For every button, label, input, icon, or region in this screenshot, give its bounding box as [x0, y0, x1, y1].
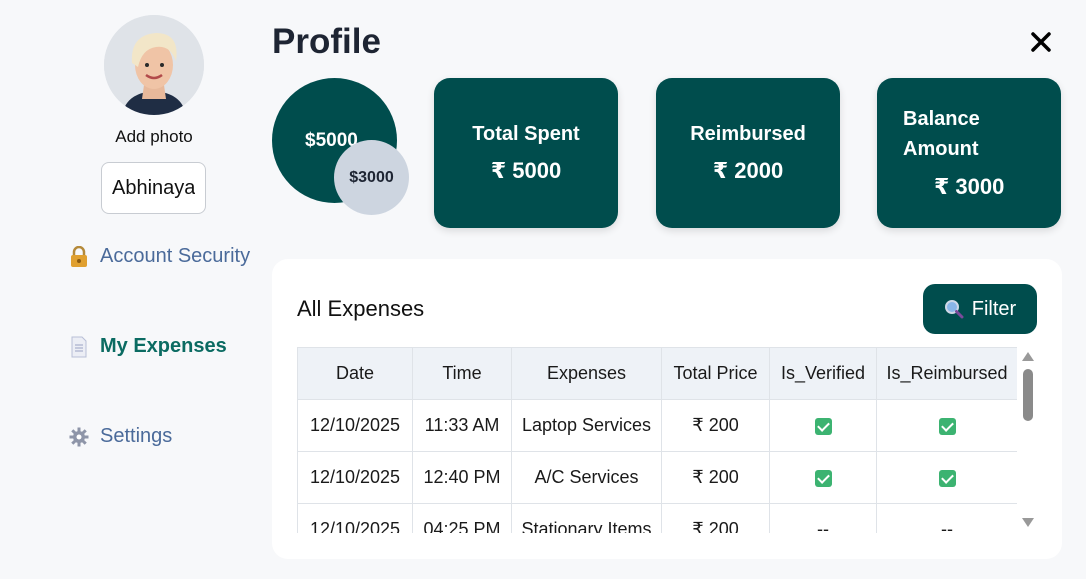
cell-time: 11:33 AM [412, 399, 512, 452]
scroll-down-arrow-icon[interactable] [1022, 518, 1034, 527]
column-header-total-price[interactable]: Total Price [661, 347, 770, 400]
column-header-is-reimbursed[interactable]: Is_Reimbursed [876, 347, 1017, 400]
sidebar-item-label: Account Security [100, 245, 251, 267]
document-icon [68, 336, 90, 358]
filter-button[interactable]: Filter [923, 284, 1037, 334]
card-value: ₹ 3000 [934, 174, 1005, 199]
page-title: Profile [272, 22, 381, 61]
profile-avatar[interactable] [104, 15, 204, 115]
name-field[interactable] [101, 162, 206, 214]
column-header-date[interactable]: Date [297, 347, 413, 400]
cell-verified: -- [769, 503, 877, 533]
add-photo-label[interactable]: Add photo [100, 127, 208, 147]
expenses-title: All Expenses [297, 296, 425, 321]
total-spent-card: Total Spent ₹ 5000 [434, 78, 618, 228]
card-value: ₹ 5000 [490, 158, 562, 183]
sidebar-item-label: My Expenses [100, 335, 227, 357]
card-label: Reimbursed [690, 123, 806, 145]
cell-reimbursed: -- [876, 503, 1017, 533]
sidebar-item-settings[interactable]: Settings [68, 425, 172, 448]
table-row[interactable]: 12/10/2025 11:33 AM Laptop Services ₹ 20… [297, 399, 1017, 452]
table-scrollbar[interactable] [1019, 347, 1037, 533]
close-button[interactable] [1028, 29, 1054, 55]
cell-expense: Stationary Items [511, 503, 662, 533]
sidebar-item-label: Settings [100, 425, 173, 447]
cell-date: 12/10/2025 [297, 399, 413, 452]
checkmark-icon [814, 469, 832, 487]
cell-time: 04:25 PM [412, 503, 512, 533]
cell-verified [769, 451, 877, 504]
scrollbar-thumb[interactable] [1023, 369, 1033, 421]
balance-amount-card: Balance Amount ₹ 3000 [877, 78, 1061, 228]
cell-expense: Laptop Services [511, 399, 662, 452]
gear-icon [68, 426, 90, 448]
cell-reimbursed [876, 451, 1017, 504]
card-label: Amount [903, 138, 979, 160]
cell-price: ₹ 200 [661, 399, 770, 452]
cell-verified [769, 399, 877, 452]
scroll-up-arrow-icon[interactable] [1022, 352, 1034, 361]
balance-bubble: $3000 [334, 140, 409, 215]
checkmark-icon [814, 417, 832, 435]
column-header-expenses[interactable]: Expenses [511, 347, 662, 400]
column-header-time[interactable]: Time [412, 347, 512, 400]
cell-date: 12/10/2025 [297, 503, 413, 533]
cell-price: ₹ 200 [661, 503, 770, 533]
table-row[interactable]: 12/10/2025 04:25 PM Stationary Items ₹ 2… [297, 503, 1017, 533]
sidebar-item-my-expenses[interactable]: My Expenses [68, 335, 227, 358]
checkmark-icon [938, 469, 956, 487]
close-icon [1031, 32, 1051, 52]
expenses-panel: All Expenses Filter Date Time Expenses T… [272, 259, 1062, 559]
table-header-row: Date Time Expenses Total Price Is_Verifi… [297, 347, 1017, 400]
checkmark-icon [938, 417, 956, 435]
filter-label: Filter [971, 297, 1017, 320]
balance-bubble-value: $3000 [349, 168, 394, 186]
cell-price: ₹ 200 [661, 451, 770, 504]
card-label: Balance [903, 108, 980, 130]
cell-reimbursed [876, 399, 1017, 452]
card-label: Total Spent [472, 123, 580, 145]
lock-icon [68, 245, 90, 268]
column-header-is-verified[interactable]: Is_Verified [769, 347, 877, 400]
cell-time: 12:40 PM [412, 451, 512, 504]
search-icon [944, 300, 964, 319]
cell-date: 12/10/2025 [297, 451, 413, 504]
reimbursed-card: Reimbursed ₹ 2000 [656, 78, 840, 228]
sidebar-item-account-security[interactable]: Account Security [68, 245, 250, 268]
cell-expense: A/C Services [511, 451, 662, 504]
expenses-table: Date Time Expenses Total Price Is_Verifi… [297, 347, 1017, 533]
card-value: ₹ 2000 [712, 158, 784, 183]
expenses-table-container[interactable]: Date Time Expenses Total Price Is_Verifi… [297, 347, 1017, 533]
table-row[interactable]: 12/10/2025 12:40 PM A/C Services ₹ 200 [297, 451, 1017, 504]
